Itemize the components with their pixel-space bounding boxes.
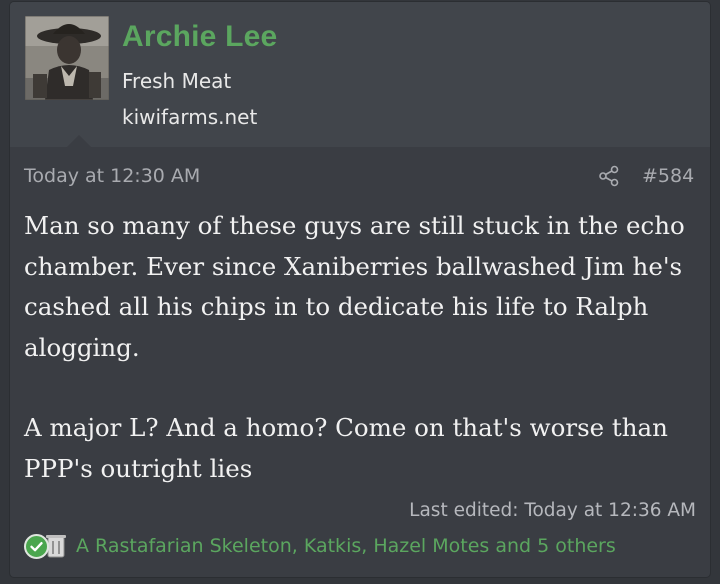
- author-name-link[interactable]: Archie Lee: [122, 20, 277, 54]
- last-edited-note: Last edited: Today at 12:36 AM: [409, 500, 696, 521]
- post-timestamp-link[interactable]: Today at 12:30 AM: [24, 165, 200, 187]
- post-card: Archie Lee Fresh Meat kiwifarms.net Toda…: [10, 2, 710, 577]
- author-user-title: Fresh Meat: [122, 69, 232, 93]
- share-icon[interactable]: [598, 165, 620, 187]
- reaction-users-link[interactable]: A Rastafarian Skeleton, Katkis, Hazel Mo…: [76, 535, 616, 557]
- avatar[interactable]: [25, 16, 109, 100]
- author-site: kiwifarms.net: [122, 105, 258, 129]
- post-number-link[interactable]: #584: [642, 165, 694, 187]
- header-pointer-arrow: [66, 135, 92, 148]
- message-paragraph: Man so many of these guys are still stuc…: [24, 211, 685, 362]
- reactions-bar[interactable]: A Rastafarian Skeleton, Katkis, Hazel Mo…: [24, 531, 616, 561]
- post-message-body: Man so many of these guys are still stuc…: [24, 206, 699, 489]
- post-author-header: Archie Lee Fresh Meat kiwifarms.net: [10, 2, 710, 148]
- avatar-photo-icon: [25, 16, 109, 100]
- checkmark-icon: [24, 533, 49, 559]
- message-paragraph: A major L? And a homo? Come on that's wo…: [24, 413, 668, 483]
